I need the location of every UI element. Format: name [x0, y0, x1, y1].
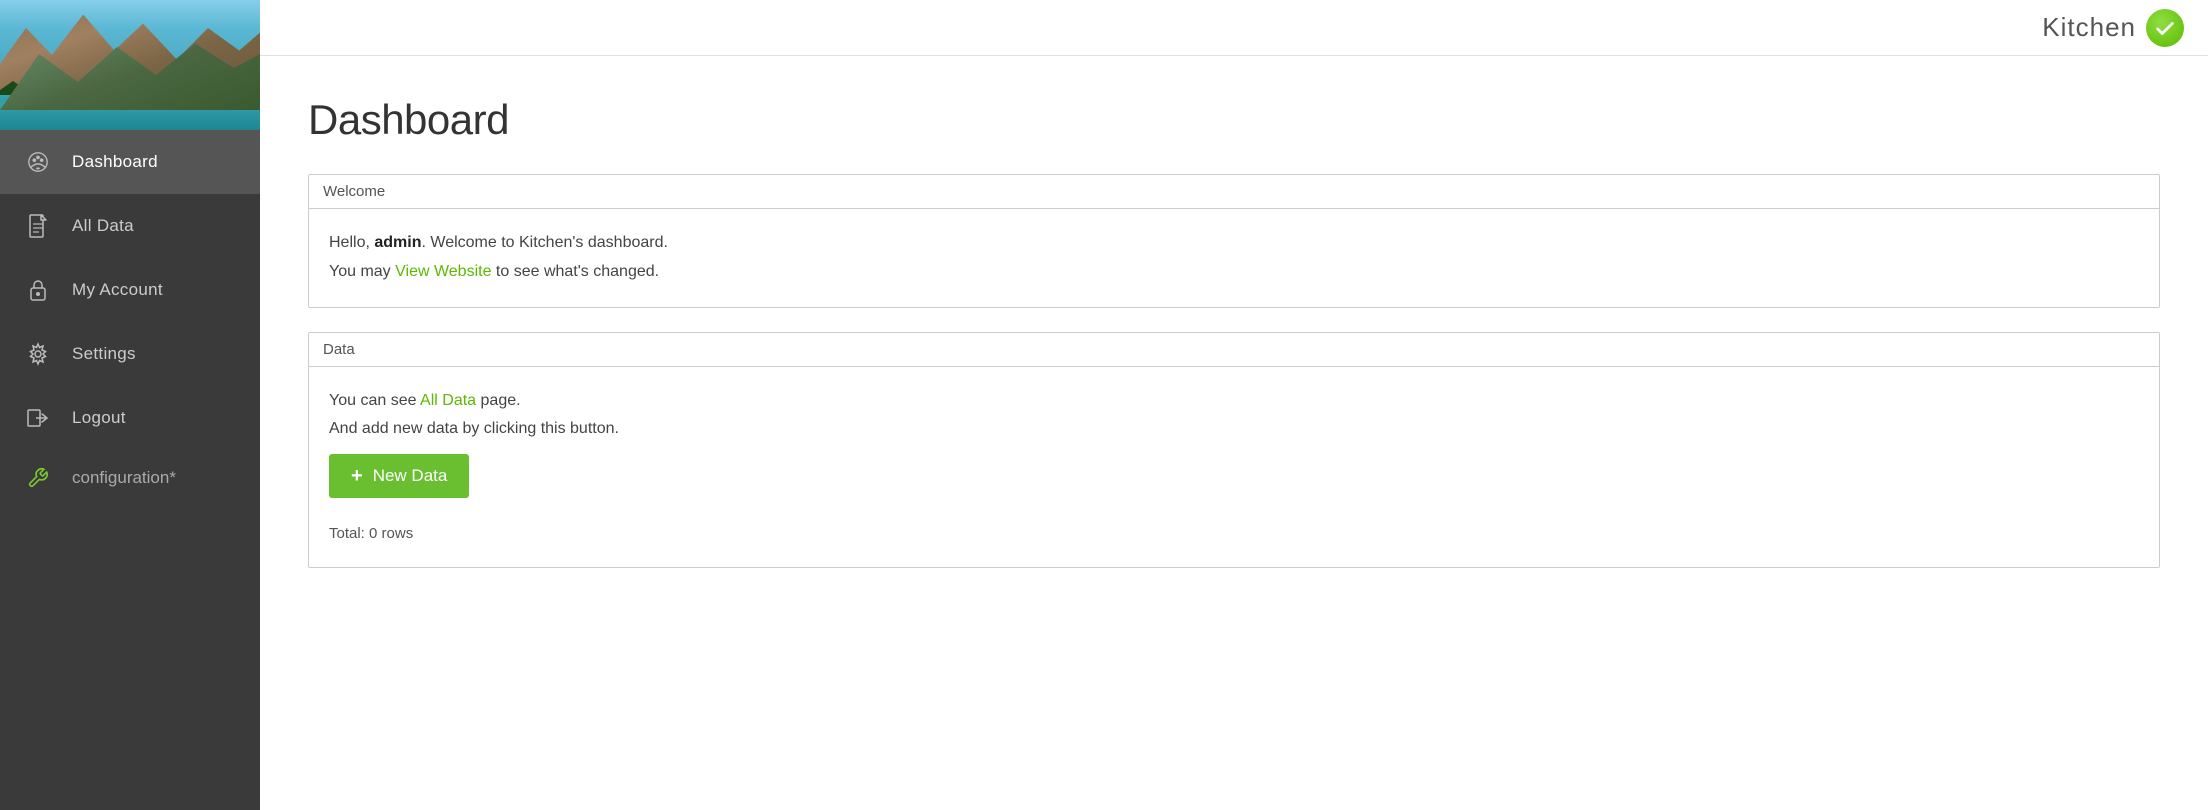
- add-data-description: And add new data by clicking this button…: [329, 415, 2139, 444]
- lock-icon: [24, 276, 52, 304]
- new-data-button[interactable]: + New Data: [329, 454, 469, 498]
- file-icon: [24, 212, 52, 240]
- data-card-header: Data: [309, 333, 2159, 367]
- sidebar-item-all-data[interactable]: All Data: [0, 194, 260, 258]
- page-title: Dashboard: [308, 96, 2160, 144]
- sidebar-dashboard-label: Dashboard: [72, 152, 158, 172]
- topbar: Kitchen: [260, 0, 2208, 56]
- app-brand: Kitchen: [2042, 9, 2184, 47]
- view-website-suffix: to see what's changed.: [491, 263, 659, 280]
- welcome-card-header: Welcome: [309, 175, 2159, 209]
- page-content: Dashboard Welcome Hello, admin. Welcome …: [260, 56, 2208, 810]
- sidebar-settings-label: Settings: [72, 344, 136, 364]
- total-rows: Total: 0 rows: [329, 520, 2139, 547]
- welcome-greeting: Hello, admin. Welcome to Kitchen's dashb…: [329, 229, 2139, 258]
- welcome-card: Welcome Hello, admin. Welcome to Kitchen…: [308, 174, 2160, 308]
- data-description: You can see All Data page.: [329, 387, 2139, 416]
- plus-icon: +: [351, 466, 363, 486]
- sidebar-my-account-label: My Account: [72, 280, 163, 300]
- sidebar-item-dashboard[interactable]: Dashboard: [0, 130, 260, 194]
- wrench-icon: [24, 464, 52, 492]
- main-content: Kitchen Dashboard Welcome Hello, admin. …: [260, 0, 2208, 810]
- brand-name: Kitchen: [2042, 12, 2136, 43]
- sidebar-logout-label: Logout: [72, 408, 126, 428]
- brand-checkmark-icon: [2146, 9, 2184, 47]
- dashboard-icon: [24, 148, 52, 176]
- username: admin: [374, 234, 421, 251]
- sidebar-all-data-label: All Data: [72, 216, 134, 236]
- sidebar-item-partial[interactable]: configuration*: [0, 450, 260, 506]
- welcome-card-body: Hello, admin. Welcome to Kitchen's dashb…: [309, 209, 2159, 307]
- data-desc-suffix: page.: [476, 392, 520, 409]
- sidebar-partial-label: configuration*: [72, 468, 176, 488]
- data-card-body: You can see All Data page. And add new d…: [309, 367, 2159, 568]
- logout-icon: [24, 404, 52, 432]
- sidebar-item-logout[interactable]: Logout: [0, 386, 260, 450]
- view-website-line: You may View Website to see what's chang…: [329, 258, 2139, 287]
- settings-icon: [24, 340, 52, 368]
- data-card: Data You can see All Data page. And add …: [308, 332, 2160, 569]
- view-website-link[interactable]: View Website: [395, 263, 491, 280]
- sidebar-item-settings[interactable]: Settings: [0, 322, 260, 386]
- view-website-prefix: You may: [329, 263, 395, 280]
- greeting-suffix: . Welcome to Kitchen's dashboard.: [421, 234, 667, 251]
- new-data-label: New Data: [373, 466, 448, 486]
- sidebar-hero-image: [0, 0, 260, 130]
- data-desc-prefix: You can see: [329, 392, 420, 409]
- all-data-link[interactable]: All Data: [420, 392, 476, 409]
- sidebar: Dashboard All Data My Account: [0, 0, 260, 810]
- sidebar-item-my-account[interactable]: My Account: [0, 258, 260, 322]
- greeting-prefix: Hello,: [329, 234, 374, 251]
